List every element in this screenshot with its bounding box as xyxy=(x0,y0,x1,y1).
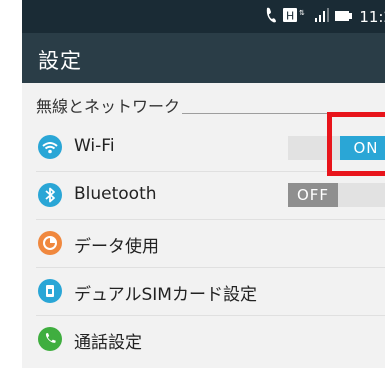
page-title: 設定 xyxy=(38,49,82,73)
status-time: 11:2 xyxy=(359,8,385,26)
signal-icon xyxy=(315,8,330,26)
settings-item-label: Wi-Fi xyxy=(74,136,115,156)
phone-vibrate-icon xyxy=(265,7,277,27)
settings-item-label: デュアルSIMカード設定 xyxy=(74,285,257,305)
highlight-box xyxy=(327,112,385,176)
settings-screen: H ⇅ 11:2 設定 xyxy=(22,0,385,368)
app-bar: 設定 xyxy=(22,33,385,83)
section-title: 無線とネットワーク xyxy=(36,93,183,117)
status-bar: H ⇅ 11:2 xyxy=(22,0,385,33)
svg-text:⇅: ⇅ xyxy=(299,9,305,17)
svg-text:H: H xyxy=(286,10,294,23)
phone-icon xyxy=(38,327,62,351)
wifi-icon xyxy=(38,135,62,159)
status-icons: H ⇅ 11:2 xyxy=(265,7,385,27)
settings-item-label: 通話設定 xyxy=(74,333,142,353)
data-icon: H ⇅ xyxy=(283,7,309,27)
settings-item-label: データ使用 xyxy=(74,237,159,257)
settings-item-dual-sim[interactable]: デュアルSIMカード設定 xyxy=(22,267,385,315)
bluetooth-toggle[interactable]: OFF xyxy=(288,183,338,207)
battery-icon xyxy=(335,8,353,26)
data-usage-icon xyxy=(38,231,62,255)
settings-item-call-settings[interactable]: 通話設定 xyxy=(22,315,385,363)
dual-sim-icon xyxy=(38,279,62,303)
settings-item-data-usage[interactable]: データ使用 xyxy=(22,219,385,267)
bluetooth-icon xyxy=(38,183,62,207)
settings-item-label: Bluetooth xyxy=(74,184,157,204)
